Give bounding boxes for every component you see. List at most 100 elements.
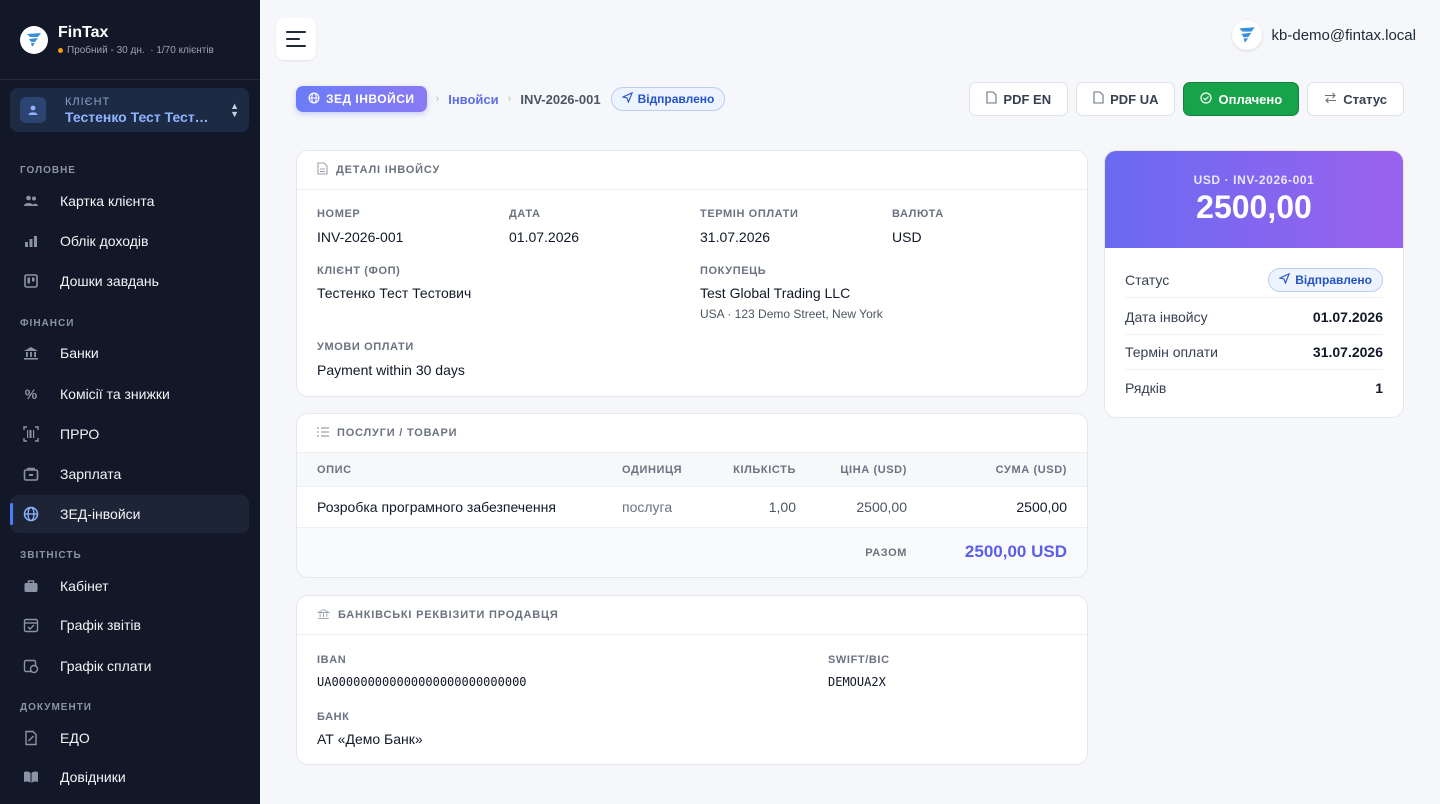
users-icon [23, 193, 39, 209]
terms-label: УМОВИ ОПЛАТИ [317, 341, 414, 353]
sidebar-item-boards[interactable]: Дошки завдань [10, 262, 249, 300]
currency-label: ВАЛЮТА [892, 208, 944, 220]
pdf-ua-button[interactable]: PDF UA [1076, 82, 1176, 116]
summary-row-date: Дата інвойсу 01.07.2026 [1125, 300, 1383, 335]
calendar-check-icon [23, 617, 39, 633]
section-reporting: ЗВІТНІСТЬ [20, 550, 82, 561]
fintax-logo-icon [20, 25, 48, 54]
client-fop-value: Тестенко Тест Тестович [317, 285, 472, 301]
action-bar: PDF EN PDF UA Оплачено Статус [969, 82, 1404, 116]
chevron-right-icon: › [507, 93, 512, 105]
pdf-ua-label: PDF UA [1110, 91, 1159, 107]
sidebar-item-income[interactable]: Облік доходів [10, 222, 249, 260]
summary-label: Дата інвойсу [1125, 309, 1208, 325]
breadcrumb-current: INV-2026-001 [520, 91, 601, 107]
status-label: Відправлено [637, 92, 715, 106]
brand[interactable]: FinTax Пробний - 30 дн. · 1/70 клієнтів [0, 0, 260, 80]
table-total: РАЗОМ 2500,00 USD [297, 528, 1087, 577]
send-icon [620, 91, 633, 106]
col-price: ЦІНА (USD) [840, 463, 907, 476]
module-pill[interactable]: ЗЕД ІНВОЙСИ [296, 86, 427, 112]
sidebar-item-edo[interactable]: ЕДО [10, 719, 249, 757]
change-status-label: Статус [1343, 91, 1387, 107]
due-date: 31.07.2026 [700, 229, 771, 245]
summary-label: Термін оплати [1125, 344, 1218, 360]
trial-dot-icon [58, 47, 63, 53]
sidebar-item-prro[interactable]: ПРРО [10, 415, 249, 453]
sidebar-item-banks[interactable]: Банки [10, 334, 249, 372]
file-pdf-icon [1093, 91, 1104, 107]
sidebar-item-cabinet[interactable]: Кабінет [10, 567, 249, 605]
sidebar-item-salary[interactable]: Зарплата [10, 455, 249, 493]
section-main: ГОЛОВНЕ [20, 165, 76, 176]
client-selector[interactable]: КЛІЄНТ Тестенко Тест Тестович ▲ ▼ [10, 88, 249, 132]
buyer-label: ПОКУПЕЦЬ [700, 265, 767, 277]
change-status-button[interactable]: Статус [1307, 82, 1404, 116]
trial-label: Пробний - 30 дн. [67, 44, 145, 56]
sidebar-item-label: Дошки завдань [60, 273, 159, 289]
card-header: БАНКІВСЬКІ РЕКВІЗИТИ ПРОДАВЦЯ [297, 596, 1087, 635]
user-icon [20, 97, 46, 123]
sidebar-item-label: ЗЕД-інвойси [60, 506, 141, 522]
col-description: ОПИС [317, 463, 352, 476]
barcode-icon [23, 426, 39, 442]
sidebar-item-payment-schedule[interactable]: Графік сплати [10, 647, 249, 685]
status-badge: Відправлено [610, 87, 726, 111]
card-title: ДЕТАЛІ ІНВОЙСУ [336, 164, 441, 176]
total-label: РАЗОМ [865, 547, 907, 559]
status-badge: Відправлено [1268, 268, 1383, 292]
total-value: 2500,00 USD [964, 542, 1067, 561]
globe-icon [23, 506, 39, 522]
summary-header: USD · INV-2026-001 2500,00 [1105, 151, 1403, 248]
book-icon [23, 769, 39, 785]
hamburger-line [286, 38, 300, 40]
sidebar-item-references[interactable]: Довідники [10, 758, 249, 796]
row-unit: послуга [622, 499, 673, 515]
col-unit: ОДИНИЦЯ [622, 463, 683, 476]
sidebar-item-report-schedule[interactable]: Графік звітів [10, 606, 249, 644]
sidebar-item-client-card[interactable]: Картка клієнта [10, 182, 249, 220]
mark-paid-button[interactable]: Оплачено [1183, 82, 1300, 116]
row-description: Розробка програмного забезпечення [317, 499, 556, 515]
terms-value: Payment within 30 days [317, 362, 465, 378]
currency-value: USD [892, 229, 922, 245]
globe-icon [308, 92, 320, 107]
mark-paid-label: Оплачено [1218, 91, 1283, 107]
section-finance: ФІНАНСИ [20, 318, 75, 329]
sidebar-item-label: Банки [60, 345, 99, 361]
chevron-up-down-icon: ▲ ▼ [230, 101, 239, 119]
sidebar-item-label: Зарплата [60, 466, 122, 482]
buyer-address: USA · 123 Demo Street, New York [700, 307, 883, 321]
menu-toggle-button[interactable] [276, 18, 316, 60]
sidebar-item-label: Картка клієнта [60, 193, 155, 209]
summary-value: 1 [1375, 379, 1383, 396]
sidebar-item-label: ЕДО [60, 730, 90, 746]
module-label: ЗЕД ІНВОЙСИ [326, 92, 415, 106]
summary-row-status: Статус Відправлено [1125, 263, 1383, 298]
sidebar-item-commissions[interactable]: % Комісії та знижки [10, 375, 249, 413]
breadcrumb: ЗЕД ІНВОЙСИ › Інвойси › INV-2026-001 Від… [296, 86, 726, 112]
breadcrumb-invoices-link[interactable]: Інвойси [448, 92, 498, 107]
hamburger-line [286, 31, 306, 33]
swap-icon [1324, 92, 1337, 107]
card-title: БАНКІВСЬКІ РЕКВІЗИТИ ПРОДАВЦЯ [338, 609, 559, 621]
swift-label: SWIFT/BIC [828, 654, 890, 666]
sidebar-item-label: Комісії та знижки [60, 386, 170, 402]
pdf-en-button[interactable]: PDF EN [969, 82, 1069, 116]
sidebar-item-label: Довідники [60, 769, 126, 785]
services-card: ПОСЛУГИ / ТОВАРИ ОПИС ОДИНИЦЯ КІЛЬКІСТЬ … [296, 413, 1088, 578]
user-menu[interactable]: kb-demo@fintax.local [1231, 20, 1416, 50]
plan-info: Пробний - 30 дн. · 1/70 клієнтів [58, 45, 214, 56]
briefcase-icon [23, 578, 39, 594]
clients-count: · 1/70 клієнтів [150, 44, 214, 56]
summary-value: 01.07.2026 [1312, 309, 1383, 325]
date-label: ДАТА [509, 208, 541, 220]
document-sign-icon [23, 730, 39, 746]
check-circle-icon [1200, 91, 1213, 107]
sidebar-item-label: Кабінет [60, 578, 109, 594]
sidebar-item-zed-invoices[interactable]: ЗЕД-інвойси [10, 495, 249, 533]
summary-row-lines: Рядків 1 [1125, 370, 1383, 405]
hamburger-line [286, 45, 306, 47]
user-email: kb-demo@fintax.local [1271, 26, 1416, 44]
summary-label: Статус [1125, 272, 1170, 288]
